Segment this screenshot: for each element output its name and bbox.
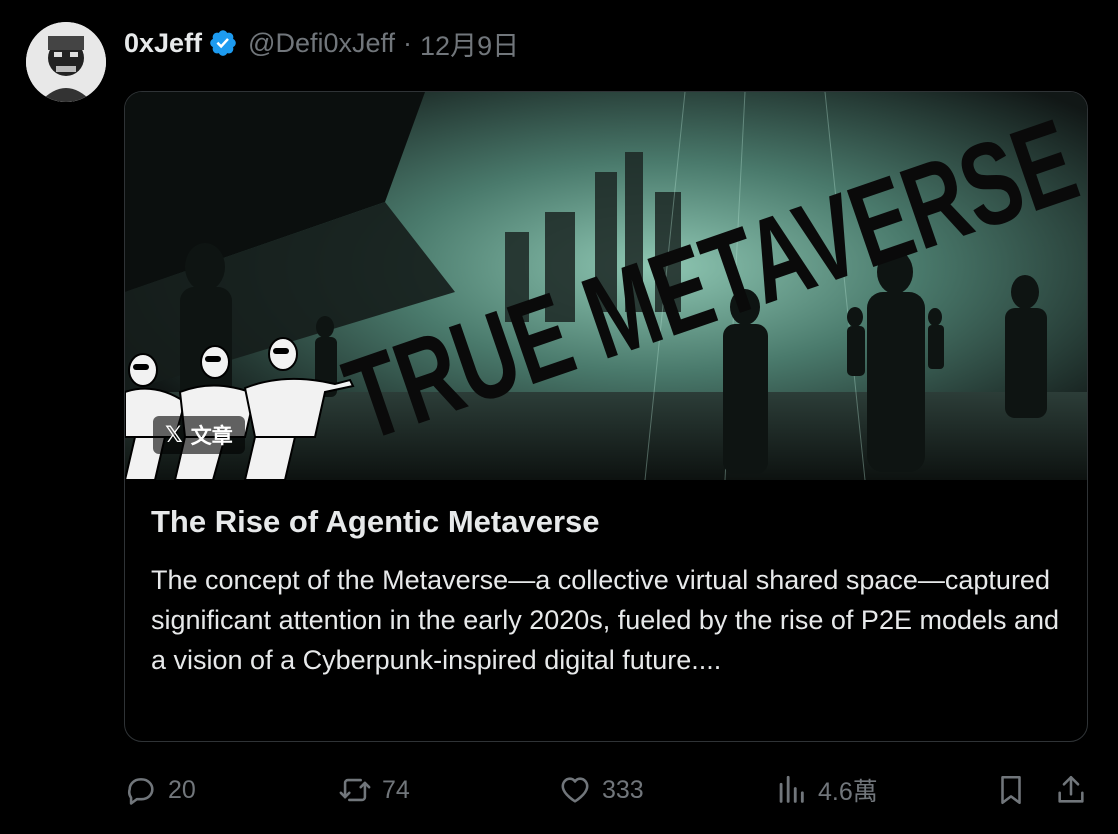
tweet-header: 0xJeff @Defi0xJeff · 12月9日: [124, 24, 519, 63]
bookmark-icon: [1001, 775, 1021, 805]
article-card[interactable]: TRUE METAVERSE 𝕏 文章 The Rise of Agentic …: [124, 91, 1088, 742]
bar-chart-icon: [779, 775, 804, 803]
avatar-image: [26, 22, 106, 102]
verified-badge-icon: [208, 28, 238, 58]
repost-button[interactable]: 74: [338, 770, 410, 810]
repost-count: 74: [382, 775, 410, 804]
article-badge-label: 文章: [190, 425, 233, 448]
author-name[interactable]: 0xJeff: [124, 28, 202, 59]
heart-icon: [561, 777, 589, 803]
author-handle[interactable]: @Defi0xJeff: [248, 28, 395, 59]
article-excerpt: The concept of the Metaverse—a collectiv…: [151, 565, 1060, 675]
article-cover-image: TRUE METAVERSE 𝕏 文章: [125, 92, 1087, 480]
view-count: 4.6萬: [818, 778, 878, 806]
article-badge: 𝕏 文章: [153, 416, 245, 454]
x-logo-icon: 𝕏: [165, 422, 183, 447]
like-count: 333: [602, 775, 644, 804]
author-avatar[interactable]: [26, 22, 106, 102]
views-button[interactable]: 4.6萬: [774, 770, 878, 810]
tweet-date[interactable]: 12月9日: [420, 24, 519, 63]
repost-icon: [339, 778, 371, 802]
like-button[interactable]: 333: [558, 770, 644, 810]
article-title: The Rise of Agentic Metaverse: [151, 504, 600, 539]
tweet-actions: 20 74 333 4.6萬: [124, 770, 1094, 810]
share-button[interactable]: [1054, 770, 1088, 810]
reply-icon: [128, 778, 154, 805]
bookmark-button[interactable]: [994, 770, 1028, 810]
share-icon: [1058, 775, 1084, 803]
reply-button[interactable]: 20: [124, 770, 196, 810]
separator-dot: ·: [403, 27, 413, 58]
reply-count: 20: [168, 775, 196, 804]
